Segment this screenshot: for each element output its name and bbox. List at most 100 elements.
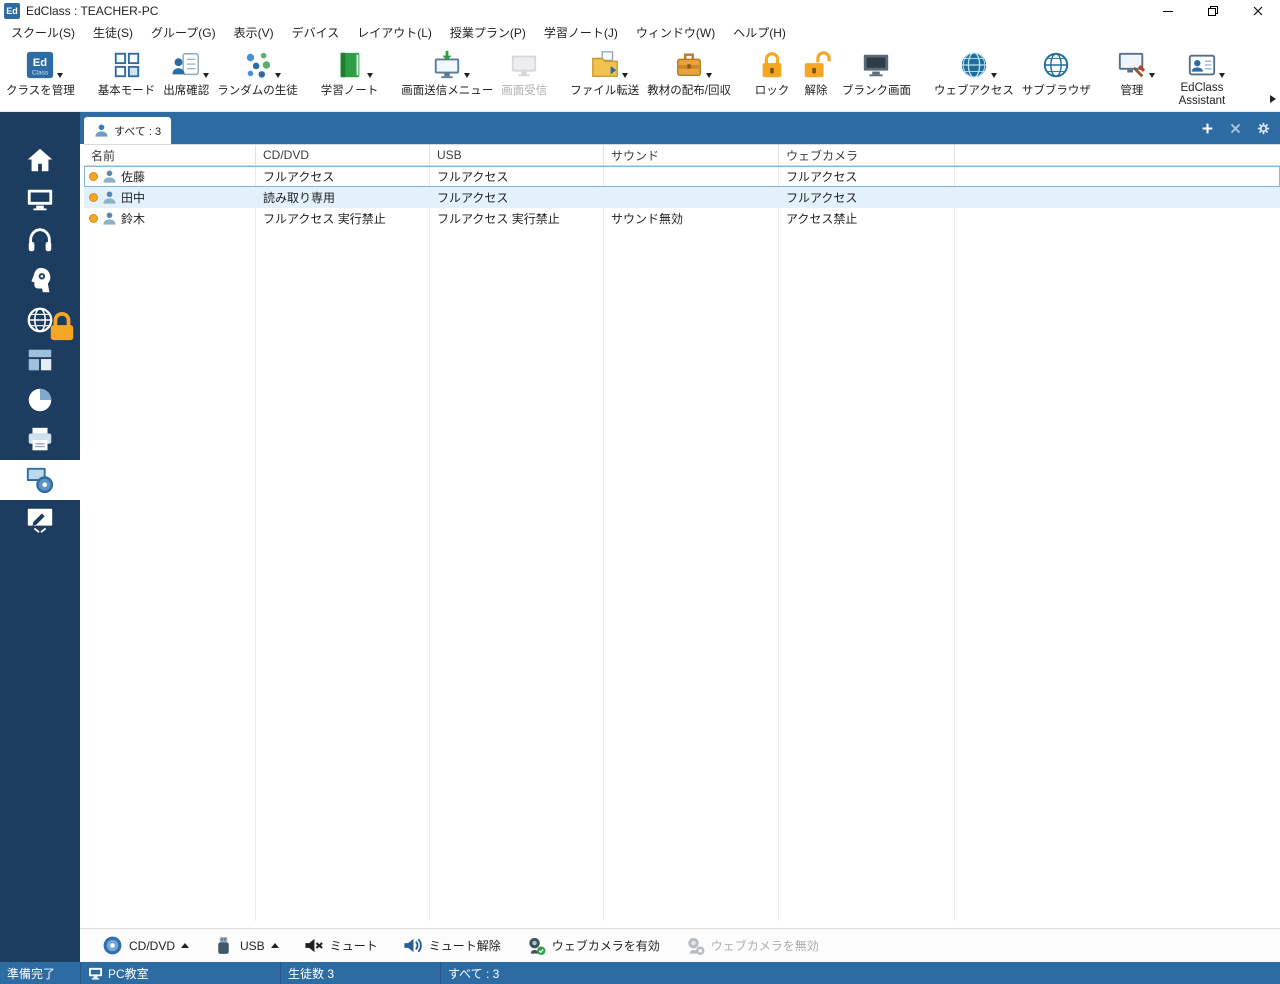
pie-chart-icon (25, 385, 55, 415)
dropdown-arrow-icon[interactable] (464, 73, 470, 78)
mute-button[interactable]: ミュート (291, 931, 390, 961)
table-row[interactable]: 田中 読み取り専用 フルアクセス フルアクセス (84, 187, 1280, 208)
toolbar-label: 解除 (804, 82, 827, 98)
menu-device[interactable]: デバイス (283, 24, 349, 41)
tab-settings-gear-icon[interactable] (1257, 122, 1270, 135)
table-row[interactable]: 鈴木 フルアクセス 実行禁止 フルアクセス 実行禁止 サウンド無効 アクセス禁止 (84, 208, 1280, 229)
screen-send-menu-button[interactable]: 画面送信メニュー (397, 46, 497, 100)
menu-journal[interactable]: 学習ノート(J) (535, 24, 627, 41)
distribute-collect-button[interactable]: 教材の配布/回収 (643, 46, 735, 100)
menu-student[interactable]: 生徒(S) (84, 24, 142, 41)
tab-all-students[interactable]: すべて : 3 (84, 117, 171, 144)
blank-screen-button[interactable]: ブランク画面 (838, 46, 915, 100)
device-table: 名前 CD/DVD USB サウンド ウェブカメラ 佐藤 フルアクセス フルアク… (80, 144, 1280, 928)
lock-button[interactable]: ロック (750, 46, 794, 100)
toolbar-label: サブブラウザ (1022, 82, 1091, 98)
menu-lesson-plan[interactable]: 授業プラン(P) (441, 24, 535, 41)
blank-screen-icon (858, 48, 894, 81)
up-arrow-icon[interactable] (271, 943, 279, 948)
sidebar-item-devices[interactable] (0, 460, 80, 500)
headphones-icon (25, 225, 55, 255)
dropdown-arrow-icon[interactable] (991, 73, 997, 78)
random-student-button[interactable]: ランダムの生徒 (213, 46, 302, 100)
sidebar-item-chart[interactable] (0, 380, 80, 420)
minimize-button[interactable] (1145, 0, 1190, 22)
close-tab-icon[interactable] (1229, 122, 1242, 135)
sidebar-item-thinking[interactable] (0, 260, 80, 300)
column-header-sound[interactable]: サウンド (604, 145, 779, 165)
empty-column (256, 229, 430, 921)
window-controls (1145, 0, 1280, 22)
table-row[interactable]: 佐藤 フルアクセス フルアクセス フルアクセス (84, 166, 1280, 187)
action-label: CD/DVD (129, 939, 175, 953)
sound-cell: サウンド無効 (604, 208, 779, 229)
status-student-count: 生徒数 3 (280, 962, 440, 984)
edclass-assistant-icon (1184, 48, 1220, 81)
menu-window[interactable]: ウィンドウ(W) (627, 24, 724, 41)
journal-button[interactable]: 学習ノート (317, 46, 383, 100)
sidebar-item-web[interactable] (0, 300, 80, 340)
status-dot-icon (89, 172, 98, 181)
unlock-button[interactable]: 解除 (794, 46, 838, 100)
menu-school[interactable]: スクール(S) (2, 24, 84, 41)
manage-class-button[interactable]: EdClass クラスを管理 (2, 46, 79, 100)
menu-view[interactable]: 表示(V) (225, 24, 283, 41)
toolbar-label: EdClass Assistant (1173, 82, 1231, 108)
status-bar: 準備完了 PC教室 生徒数 3 すべて : 3 (0, 962, 1280, 984)
column-header-cddvd[interactable]: CD/DVD (256, 145, 430, 165)
sidebar-item-layout[interactable] (0, 340, 80, 380)
dropdown-arrow-icon[interactable] (706, 73, 712, 78)
close-button[interactable] (1235, 0, 1280, 22)
dropdown-arrow-icon[interactable] (275, 73, 281, 78)
sub-browser-button[interactable]: サブブラウザ (1018, 46, 1095, 100)
usb-icon (213, 935, 234, 956)
attendance-button[interactable]: 出席確認 (159, 46, 213, 100)
sidebar-item-monitor[interactable] (0, 180, 80, 220)
dropdown-arrow-icon[interactable] (203, 73, 209, 78)
manage-button[interactable]: 管理 (1110, 46, 1154, 100)
status-room-text: PC教室 (108, 965, 149, 982)
usb-action-button[interactable]: USB (201, 931, 291, 961)
action-label: ウェブカメラを無効 (711, 937, 819, 954)
unmute-button[interactable]: ミュート解除 (390, 931, 513, 961)
webcam-disable-button: ウェブカメラを無効 (672, 931, 831, 961)
dropdown-arrow-icon[interactable] (1149, 73, 1155, 78)
sidebar-item-home[interactable] (0, 140, 80, 180)
menu-help[interactable]: ヘルプ(H) (724, 24, 795, 41)
tab-bar: すべて : 3 (80, 112, 1280, 144)
sound-cell (604, 166, 779, 187)
toolbar-label: 管理 (1120, 82, 1143, 98)
column-header-webcam[interactable]: ウェブカメラ (779, 145, 955, 165)
web-access-button[interactable]: ウェブアクセス (930, 46, 1018, 100)
student-icon (102, 211, 117, 226)
add-tab-icon[interactable] (1201, 122, 1214, 135)
dropdown-arrow-icon[interactable] (57, 73, 63, 78)
toolbar-label: ブランク画面 (842, 82, 911, 98)
menu-layout[interactable]: レイアウト(L) (348, 24, 441, 41)
toolbar-overflow-icon[interactable] (1270, 95, 1276, 103)
sidebar-item-whiteboard[interactable] (0, 500, 80, 540)
sidebar-item-print[interactable] (0, 420, 80, 460)
webcam-disable-icon (684, 935, 705, 956)
webcam-enable-button[interactable]: ウェブカメラを有効 (513, 931, 672, 961)
dropdown-arrow-icon[interactable] (622, 73, 628, 78)
window-title: EdClass : TEACHER-PC (26, 4, 158, 18)
file-transfer-button[interactable]: ファイル転送 (566, 46, 643, 100)
column-header-usb[interactable]: USB (430, 145, 604, 165)
toolbar-label: ウェブアクセス (934, 82, 1014, 98)
up-arrow-icon[interactable] (181, 943, 189, 948)
screen-receive-icon (506, 48, 542, 81)
action-label: ミュート (330, 937, 378, 954)
basic-mode-button[interactable]: 基本モード (94, 46, 160, 100)
restore-button[interactable] (1190, 0, 1235, 22)
assistant-button[interactable]: EdClass Assistant (1169, 46, 1235, 110)
status-ready-text: 準備完了 (7, 965, 55, 982)
column-header-name[interactable]: 名前 (84, 145, 256, 165)
menu-group[interactable]: グループ(G) (142, 24, 225, 41)
sidebar-item-audio[interactable] (0, 220, 80, 260)
cddvd-action-button[interactable]: CD/DVD (90, 931, 201, 961)
name-cell: 佐藤 (84, 166, 256, 187)
dropdown-arrow-icon[interactable] (1219, 73, 1225, 78)
cd-icon (102, 935, 123, 956)
dropdown-arrow-icon[interactable] (367, 73, 373, 78)
